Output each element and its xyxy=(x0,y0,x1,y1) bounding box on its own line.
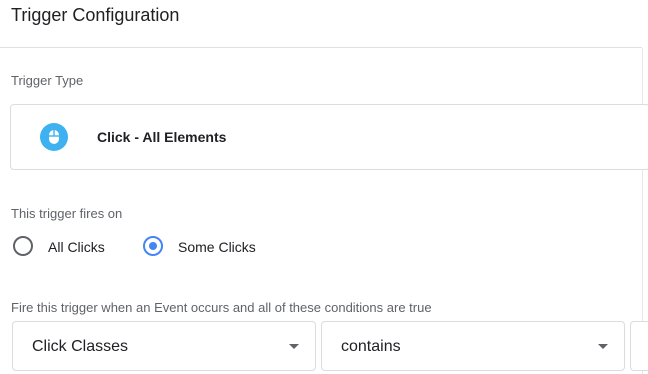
radio-some-clicks-label: Some Clicks xyxy=(178,239,256,255)
fires-on-label: This trigger fires on xyxy=(11,206,123,221)
mouse-icon xyxy=(40,123,68,151)
radio-selected-dot xyxy=(149,242,157,250)
radio-all-clicks-label: All Clicks xyxy=(48,239,105,255)
page-title: Trigger Configuration xyxy=(11,5,180,25)
condition-label: Fire this trigger when an Event occurs a… xyxy=(11,300,432,315)
condition-variable-value: Click Classes xyxy=(32,338,129,355)
radio-all-clicks[interactable]: All Clicks xyxy=(13,236,118,262)
radio-checked-icon xyxy=(143,236,163,256)
dropdown-arrow-icon xyxy=(289,344,299,349)
condition-value-input[interactable] xyxy=(630,321,648,371)
condition-variable-select[interactable]: Click Classes xyxy=(12,321,316,371)
radio-some-clicks[interactable]: Some Clicks xyxy=(143,236,268,262)
panel-header: Trigger Configuration xyxy=(0,0,642,48)
condition-operator-value: contains xyxy=(341,338,401,355)
trigger-type-label: Trigger Type xyxy=(11,73,84,88)
trigger-type-name: Click - All Elements xyxy=(97,129,227,145)
radio-unchecked-icon xyxy=(13,236,33,256)
condition-operator-select[interactable]: contains xyxy=(321,321,625,371)
dropdown-arrow-icon xyxy=(598,344,608,349)
trigger-configuration-panel: Trigger Configuration Trigger Type Click… xyxy=(0,0,648,374)
trigger-type-card[interactable]: Click - All Elements xyxy=(10,104,648,170)
